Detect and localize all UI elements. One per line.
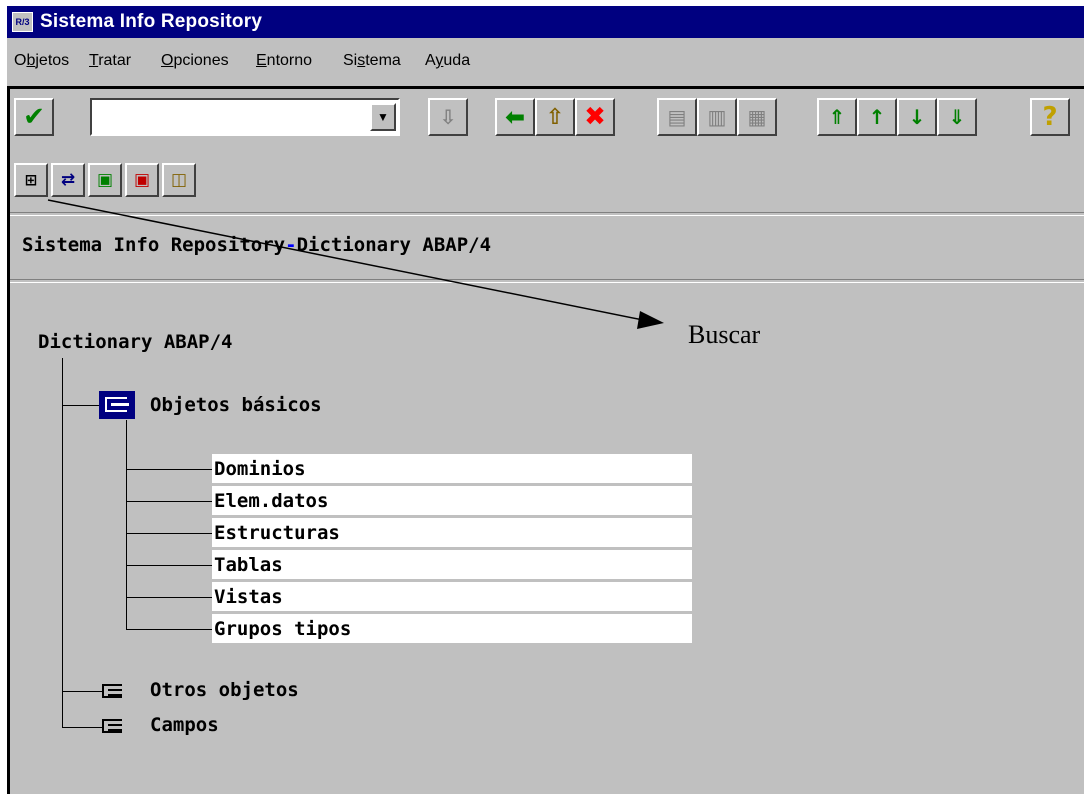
annotation-label: Buscar (688, 320, 761, 349)
annotation-arrow (47, 199, 664, 329)
